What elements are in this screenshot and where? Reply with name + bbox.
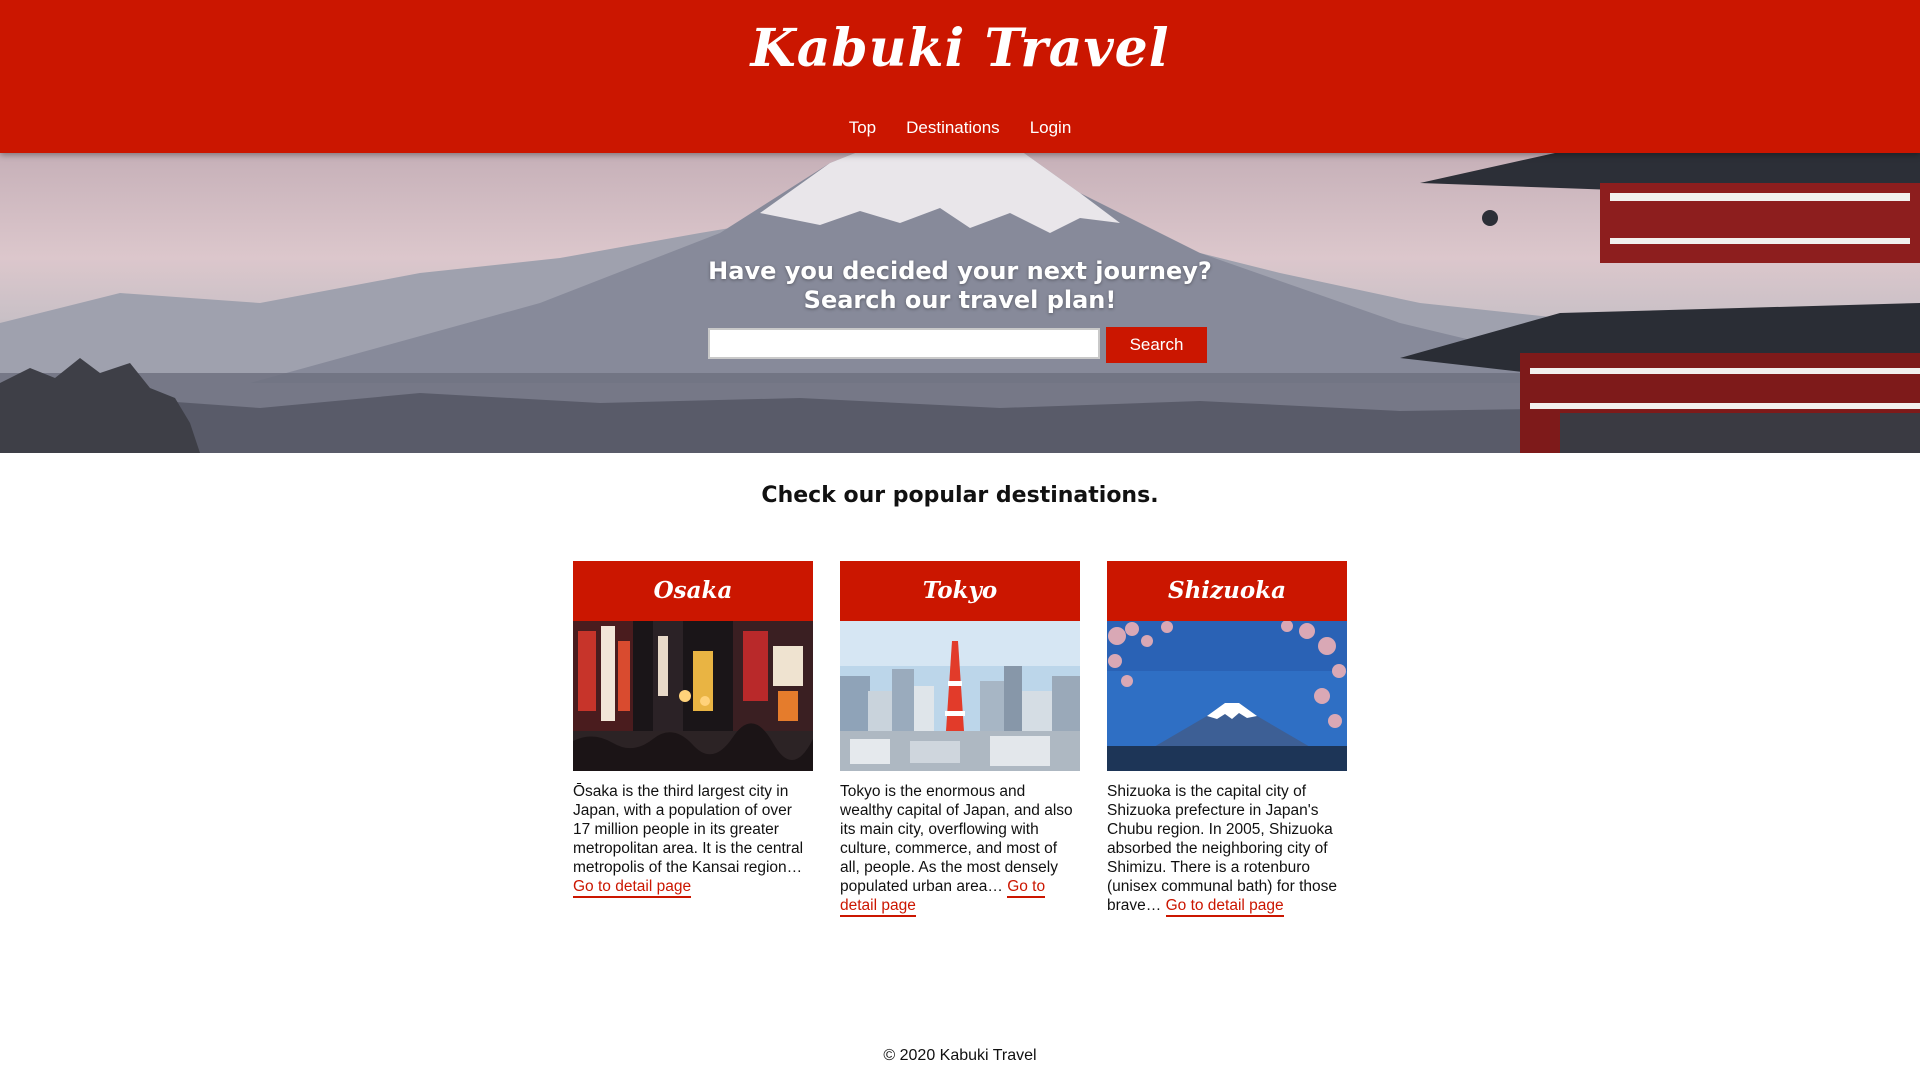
- search-input[interactable]: [708, 328, 1100, 359]
- nav-link-destinations[interactable]: Destinations: [906, 118, 1000, 137]
- nav-item-top: Top: [849, 118, 876, 138]
- tokyo-tower-skyline-image: [840, 621, 1080, 771]
- nav-item-destinations: Destinations: [906, 118, 1000, 138]
- site-logo-title[interactable]: Kabuki Travel: [0, 18, 1920, 79]
- hero-heading-line-2: Search our travel plan!: [803, 286, 1117, 314]
- site-header: Kabuki Travel Top Destinations Login: [0, 0, 1920, 153]
- destination-card-shizuoka: Shizuoka Shizuoka is the capital city of…: [1107, 561, 1347, 917]
- destination-card-tokyo: Tokyo Tokyo is the enormous and wealthy …: [840, 561, 1080, 917]
- destination-card-osaka: Osaka Ōsaka is the third largest city in…: [573, 561, 813, 915]
- hero-banner: Have you decided your next journey? Sear…: [0, 153, 1920, 453]
- search-button[interactable]: Search: [1106, 327, 1207, 363]
- mount-fuji-blossoms-image: [1107, 621, 1347, 771]
- detail-link-osaka[interactable]: Go to detail page: [573, 878, 692, 898]
- copyright-text: © 2020 Kabuki Travel: [883, 1047, 1037, 1064]
- card-title-shizuoka: Shizuoka: [1107, 561, 1347, 621]
- card-title-tokyo: Tokyo: [840, 561, 1080, 621]
- destination-cards: Osaka Ōsaka is the third largest city in…: [573, 561, 1347, 917]
- hero-heading: Have you decided your next journey? Sear…: [0, 257, 1920, 315]
- site-footer: © 2020 Kabuki Travel: [0, 1047, 1920, 1065]
- nav-item-login: Login: [1030, 118, 1072, 138]
- nav-link-login[interactable]: Login: [1030, 118, 1072, 137]
- card-text-shizuoka: Shizuoka is the capital city of Shizuoka…: [1107, 783, 1338, 914]
- destinations-heading: Check our popular destinations.: [761, 483, 1159, 508]
- card-title-osaka: Osaka: [573, 561, 813, 621]
- detail-link-shizuoka[interactable]: Go to detail page: [1165, 897, 1284, 917]
- nav-link-top[interactable]: Top: [849, 118, 876, 137]
- main-nav: Top Destinations Login: [0, 118, 1920, 138]
- hero-heading-line-1: Have you decided your next journey?: [708, 257, 1212, 285]
- osaka-night-street-image: [573, 621, 813, 771]
- search-form: Search: [708, 327, 1207, 363]
- card-text-osaka: Ōsaka is the third largest city in Japan…: [573, 783, 804, 876]
